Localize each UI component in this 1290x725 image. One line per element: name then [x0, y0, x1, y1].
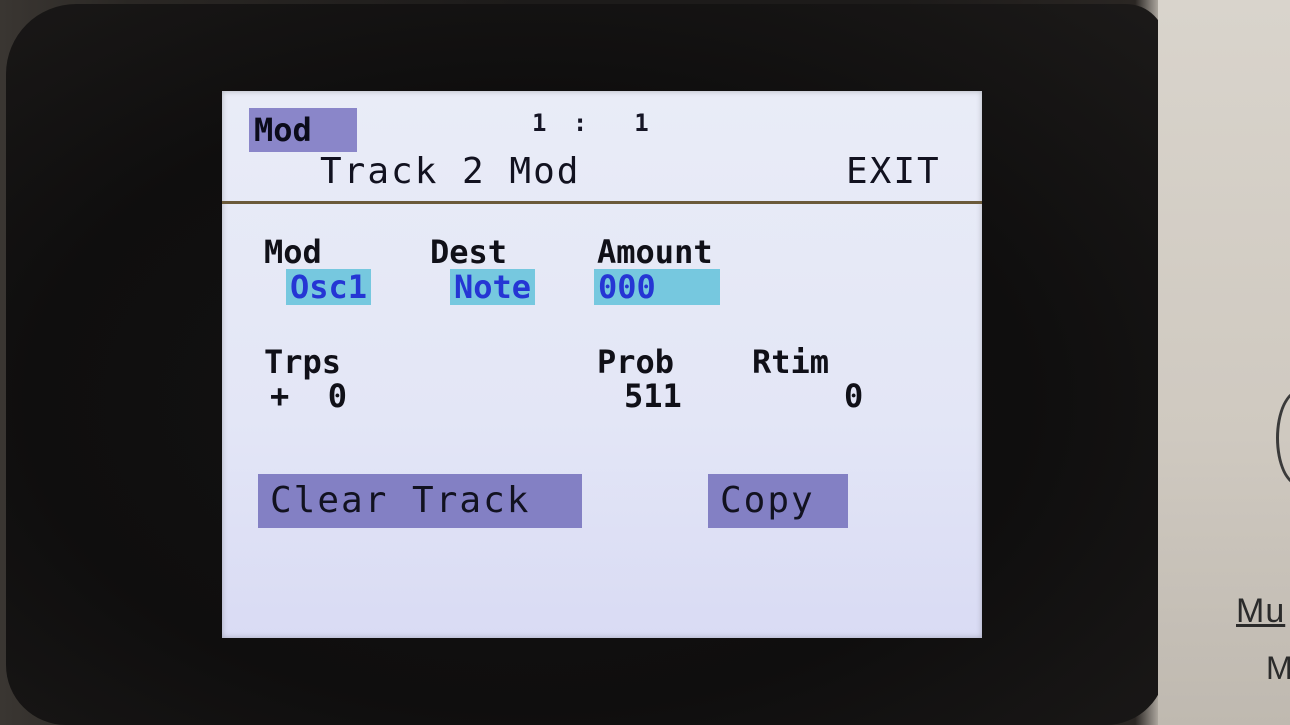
page-title: Track 2 Mod — [320, 151, 581, 192]
clear-track-button[interactable]: Clear Track — [258, 474, 582, 528]
knob-edge — [1276, 390, 1290, 486]
device-side-panel: Mu M — [1158, 0, 1290, 725]
position-readout: 1 : 1 — [532, 109, 655, 137]
exit-button[interactable]: EXIT — [846, 151, 941, 192]
amount-value[interactable]: 000 — [594, 269, 720, 305]
lcd-screen: Mod 1 : 1 Track 2 Mod EXIT Mod Dest Amou… — [222, 91, 982, 638]
rtim-value[interactable]: 0 — [844, 377, 863, 415]
mode-tag[interactable]: Mod — [249, 108, 357, 152]
trps-label: Trps — [264, 343, 342, 381]
amount-label: Amount — [597, 233, 713, 271]
dest-label: Dest — [430, 233, 508, 271]
header-divider — [222, 201, 982, 204]
rtim-label: Rtim — [752, 343, 830, 381]
mod-label: Mod — [264, 233, 322, 271]
panel-label-bottom: M — [1266, 650, 1290, 686]
trps-value[interactable]: + 0 — [270, 377, 347, 415]
mod-source-value[interactable]: Osc1 — [286, 269, 372, 305]
copy-button[interactable]: Copy — [708, 474, 848, 528]
panel-label-top: Mu — [1236, 592, 1286, 630]
dest-value[interactable]: Note — [450, 269, 536, 305]
prob-label: Prob — [597, 343, 675, 381]
prob-value[interactable]: 511 — [624, 377, 682, 415]
